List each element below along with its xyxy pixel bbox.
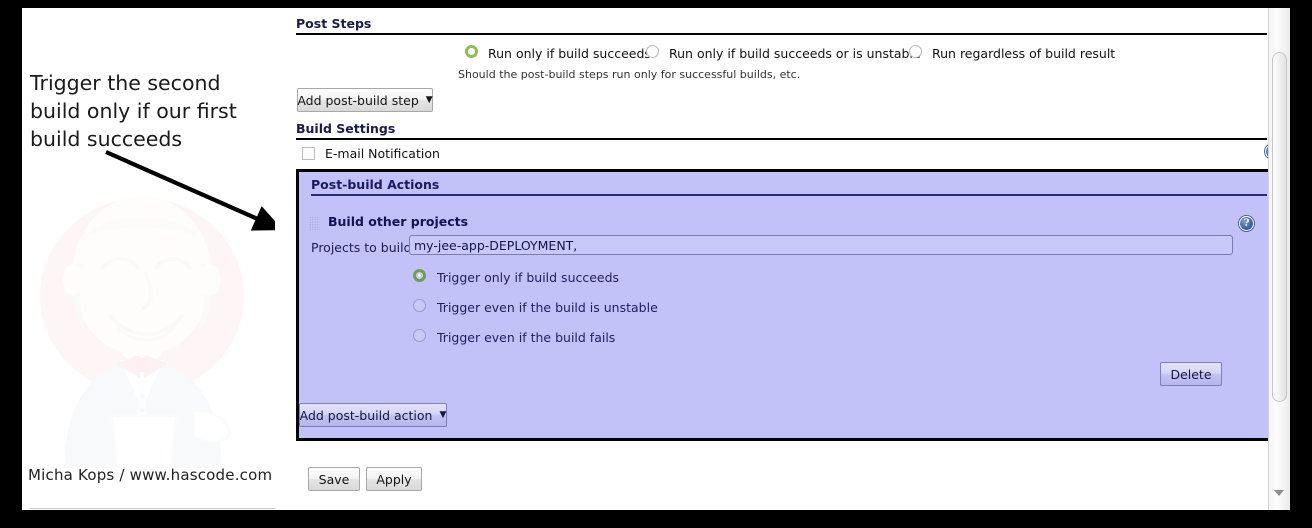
chevron-down-icon[interactable] — [1274, 490, 1284, 496]
drag-grip-icon[interactable] — [309, 216, 320, 230]
jenkins-butler-mascot-icon — [40, 196, 244, 468]
radio-trigger-even-if-build-unstable[interactable] — [413, 299, 426, 312]
email-notification-label: E-mail Notification — [325, 146, 440, 161]
save-button-label: Save — [318, 471, 350, 487]
build-settings-heading: Build Settings — [296, 121, 1267, 140]
page-content: Trigger the second build only if our fir… — [22, 8, 1290, 510]
radio-label-trigger-even-if-build-unstable: Trigger even if the build is unstable — [437, 300, 658, 315]
radio-run-only-if-build-succeeds-or-unstable[interactable] — [646, 45, 659, 58]
post-steps-hint: Should the post-build steps run only for… — [458, 68, 801, 81]
email-notification-checkbox[interactable] — [302, 147, 315, 160]
radio-run-only-if-build-succeeds[interactable] — [465, 45, 478, 58]
post-build-actions-heading: Post-build Actions — [311, 177, 1267, 196]
vertical-scrollbar[interactable] — [1268, 8, 1290, 510]
add-post-build-step-label: Add post-build step — [297, 92, 419, 108]
radio-label-trigger-even-if-build-fails: Trigger even if the build fails — [437, 330, 616, 345]
annotation-column: Trigger the second build only if our fir… — [22, 8, 275, 510]
annotation-text: Trigger the second build only if our fir… — [30, 71, 237, 151]
help-icon-build-other-projects[interactable]: ? — [1239, 216, 1254, 231]
add-post-build-action-button[interactable]: Add post-build action ▼ — [299, 403, 447, 427]
apply-button-label: Apply — [376, 471, 412, 487]
annotation-arrow-icon — [105, 150, 275, 231]
delete-button-label: Delete — [1170, 366, 1212, 382]
radio-label-run-only-if-build-succeeds: Run only if build succeeds — [488, 46, 651, 61]
radio-trigger-only-if-build-succeeds[interactable] — [413, 269, 426, 282]
scrollbar-thumb[interactable] — [1272, 52, 1287, 402]
author-caption: Micha Kops / www.hascode.com — [28, 466, 273, 484]
chevron-down-icon: ▼ — [425, 94, 433, 105]
add-post-build-step-button[interactable]: Add post-build step ▼ — [297, 88, 433, 112]
radio-label-run-only-if-build-succeeds-or-unstable: Run only if build succeeds or is unstabl… — [669, 46, 921, 61]
radio-label-trigger-only-if-build-succeeds: Trigger only if build succeeds — [437, 270, 620, 285]
apply-button[interactable]: Apply — [366, 467, 422, 491]
projects-to-build-input[interactable] — [409, 235, 1233, 255]
post-steps-heading: Post Steps — [296, 16, 1267, 35]
projects-to-build-label: Projects to build — [311, 240, 412, 255]
radio-label-run-regardless-of-build-result: Run regardless of build result — [932, 46, 1116, 61]
radio-run-regardless-of-build-result[interactable] — [909, 45, 922, 58]
radio-trigger-even-if-build-fails[interactable] — [413, 329, 426, 342]
delete-button[interactable]: Delete — [1160, 362, 1222, 386]
build-other-projects-title: Build other projects — [328, 214, 469, 229]
save-button[interactable]: Save — [308, 467, 360, 491]
add-post-build-action-label: Add post-build action — [299, 407, 433, 423]
jenkins-config-form: Post Steps Run only if build succeeds Ru… — [275, 8, 1290, 510]
chevron-down-icon: ▼ — [439, 409, 447, 420]
screenshot-frame: Trigger the second build only if our fir… — [0, 0, 1312, 528]
post-build-actions-panel: Post-build Actions Build other projects … — [296, 169, 1281, 441]
